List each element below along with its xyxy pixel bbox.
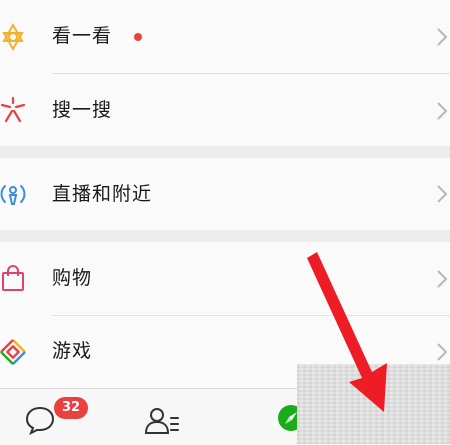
- chat-bubble-icon: [25, 406, 55, 435]
- menu-item-souyisou[interactable]: 搜一搜: [0, 74, 450, 147]
- menu-item-label: 购物: [52, 267, 93, 289]
- menu-item-label: 直播和附近: [52, 183, 153, 205]
- game-diamond-icon: [0, 339, 26, 365]
- kanyikan-icon: [2, 22, 24, 52]
- pixelated-region: [297, 364, 450, 444]
- menu-item-live-nearby[interactable]: 直播和附近: [0, 158, 450, 230]
- chevron-right-icon: [437, 28, 448, 46]
- chevron-right-icon: [437, 185, 448, 203]
- chevron-right-icon: [437, 270, 448, 288]
- menu-item-label: 游戏: [52, 340, 93, 362]
- chevron-right-icon: [437, 102, 448, 120]
- menu-item-shopping[interactable]: 购物: [0, 242, 450, 315]
- souyisou-icon: [0, 96, 26, 123]
- menu-item-kanyikan[interactable]: 看一看: [0, 0, 450, 73]
- menu-group-2: 直播和附近: [0, 158, 450, 230]
- chevron-right-icon: [437, 343, 448, 361]
- menu-item-label: 看一看: [52, 25, 113, 47]
- new-content-dot: [134, 33, 142, 41]
- tab-contacts[interactable]: [122, 389, 202, 445]
- menu-group-1: 看一看 搜一搜: [0, 0, 450, 146]
- unread-count-badge: 32: [54, 397, 89, 419]
- menu-item-label: 搜一搜: [52, 99, 113, 121]
- live-nearby-icon: [0, 185, 26, 205]
- shopping-bag-icon: [2, 265, 24, 291]
- contacts-icon: [144, 408, 179, 434]
